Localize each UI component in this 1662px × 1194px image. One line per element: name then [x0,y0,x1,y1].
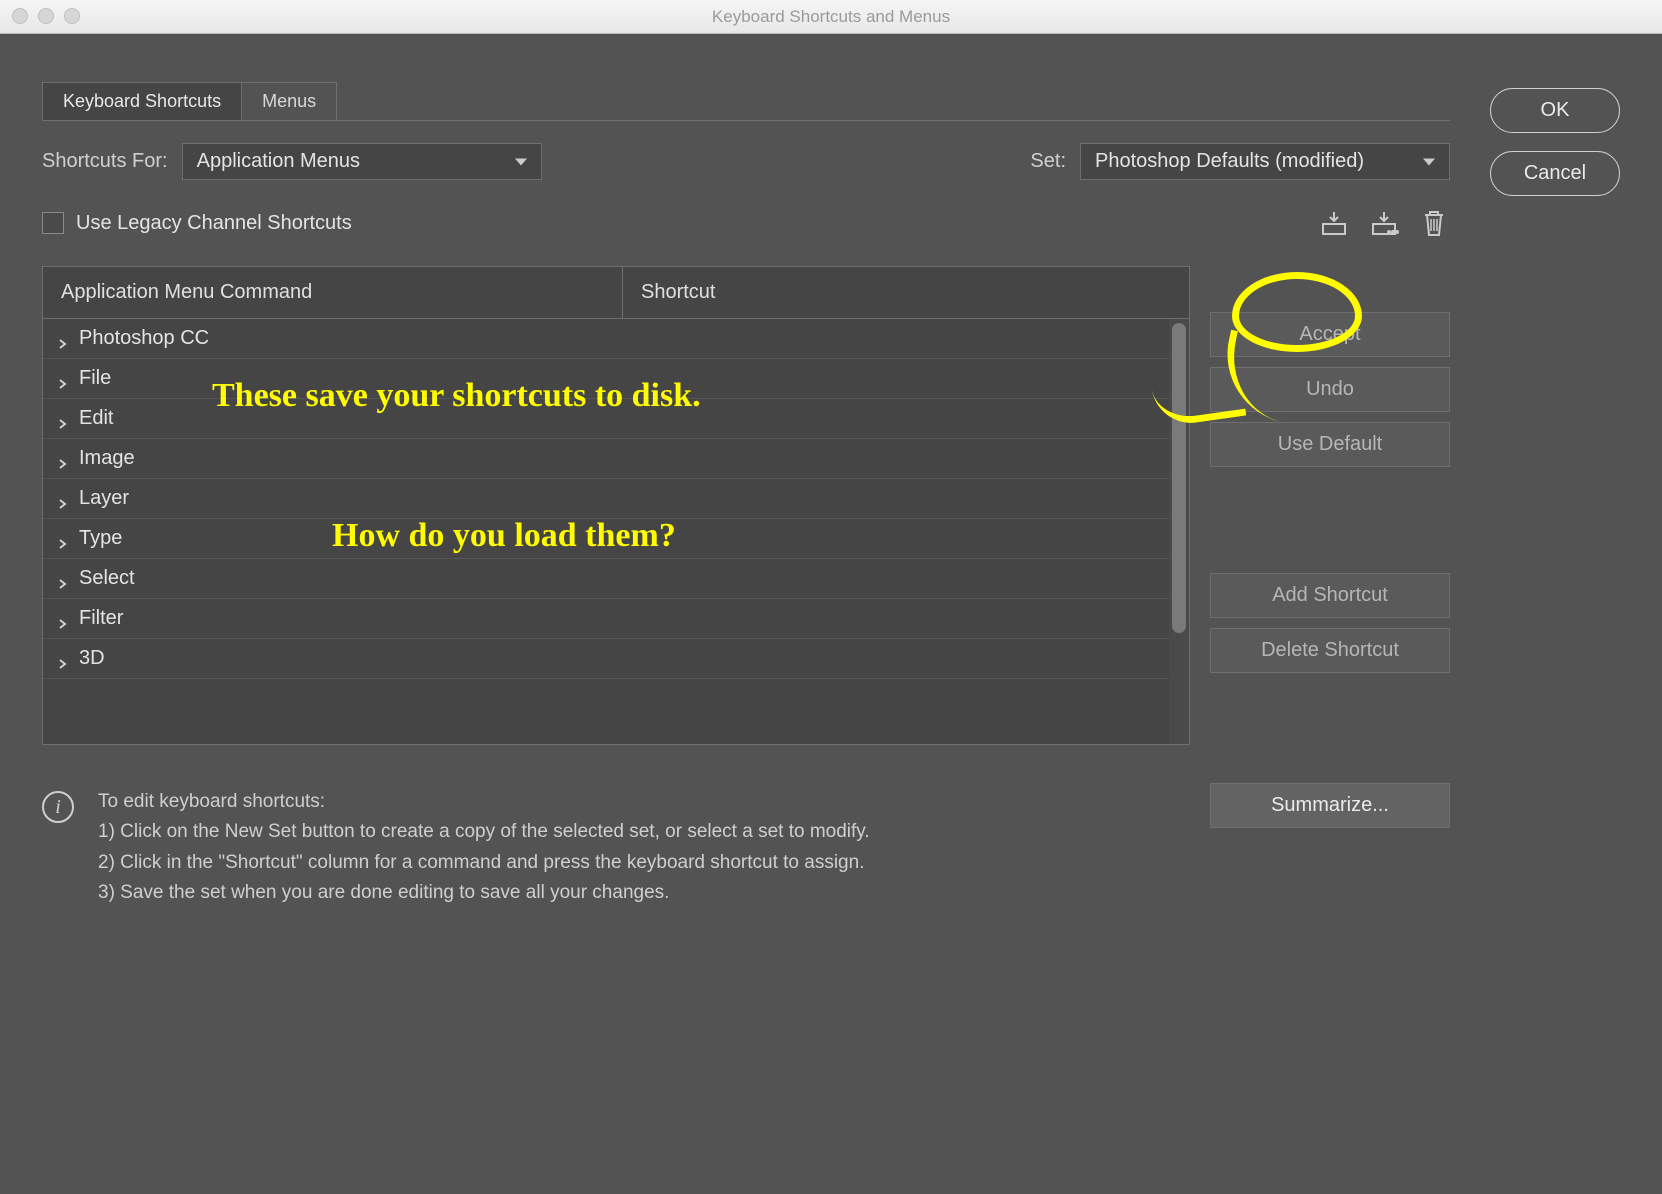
cancel-button[interactable]: Cancel [1490,151,1620,196]
minimize-window-icon[interactable] [38,8,54,24]
info-icon: i [42,791,74,823]
table-row[interactable]: Filter [43,599,1189,639]
table-row[interactable]: 3D [43,639,1189,679]
add-shortcut-button[interactable]: Add Shortcut [1210,573,1450,618]
chevron-right-icon [57,533,69,545]
window-traffic-lights [12,8,80,24]
tab-bar: Keyboard Shortcuts Menus [42,82,1450,121]
legacy-checkbox-label: Use Legacy Channel Shortcuts [76,212,352,235]
chevron-right-icon [57,453,69,465]
tab-menus[interactable]: Menus [241,82,337,120]
table-row[interactable]: Photoshop CC [43,319,1189,359]
chevron-right-icon [57,333,69,345]
shortcuts-table: Application Menu Command Shortcut Photos… [42,266,1190,745]
table-body: Photoshop CC File Edit Image Layer Type Select… [43,319,1189,744]
set-label: Set: [1030,150,1066,173]
table-row[interactable]: Image [43,439,1189,479]
accept-button[interactable]: Accept [1210,312,1450,357]
save-set-icon[interactable] [1318,208,1350,238]
row-label: Select [79,567,135,590]
table-row[interactable]: Edit [43,399,1189,439]
info-line-2: 2) Click in the "Shortcut" column for a … [98,848,870,878]
summarize-button[interactable]: Summarize... [1210,783,1450,828]
info-line-3: 3) Save the set when you are done editin… [98,878,870,908]
ok-button[interactable]: OK [1490,88,1620,133]
row-label: Filter [79,607,123,630]
shortcuts-for-label: Shortcuts For: [42,150,168,173]
legacy-checkbox[interactable] [42,212,64,234]
row-label: Image [79,447,135,470]
table-row[interactable]: Layer [43,479,1189,519]
chevron-right-icon [57,573,69,585]
row-label: Layer [79,487,129,510]
info-heading: To edit keyboard shortcuts: [98,787,870,817]
delete-shortcut-button[interactable]: Delete Shortcut [1210,628,1450,673]
close-window-icon[interactable] [12,8,28,24]
row-label: 3D [79,647,105,670]
tab-keyboard-shortcuts[interactable]: Keyboard Shortcuts [42,82,242,120]
table-row[interactable]: Type [43,519,1189,559]
delete-set-icon[interactable] [1418,208,1450,238]
window-title: Keyboard Shortcuts and Menus [712,7,950,27]
row-label: Photoshop CC [79,327,209,350]
set-dropdown[interactable]: Photoshop Defaults (modified) [1080,143,1450,180]
undo-button[interactable]: Undo [1210,367,1450,412]
use-default-button[interactable]: Use Default [1210,422,1450,467]
info-line-1: 1) Click on the New Set button to create… [98,817,870,847]
row-label: Type [79,527,122,550]
window-titlebar: Keyboard Shortcuts and Menus [0,0,1662,34]
row-label: Edit [79,407,113,430]
info-panel: i To edit keyboard shortcuts: 1) Click o… [42,787,1190,909]
row-label: File [79,367,111,390]
table-row[interactable]: Select [43,559,1189,599]
chevron-right-icon [57,613,69,625]
zoom-window-icon[interactable] [64,8,80,24]
column-header-command: Application Menu Command [43,267,623,318]
chevron-right-icon [57,373,69,385]
chevron-right-icon [57,653,69,665]
chevron-right-icon [57,413,69,425]
table-row[interactable]: File [43,359,1189,399]
shortcuts-for-dropdown[interactable]: Application Menus [182,143,542,180]
column-header-shortcut: Shortcut [623,267,1189,318]
main-panel: Keyboard Shortcuts Menus Shortcuts For: … [42,82,1450,1152]
chevron-right-icon [57,493,69,505]
table-scrollbar[interactable] [1169,319,1189,744]
save-set-as-icon[interactable] [1368,208,1400,238]
